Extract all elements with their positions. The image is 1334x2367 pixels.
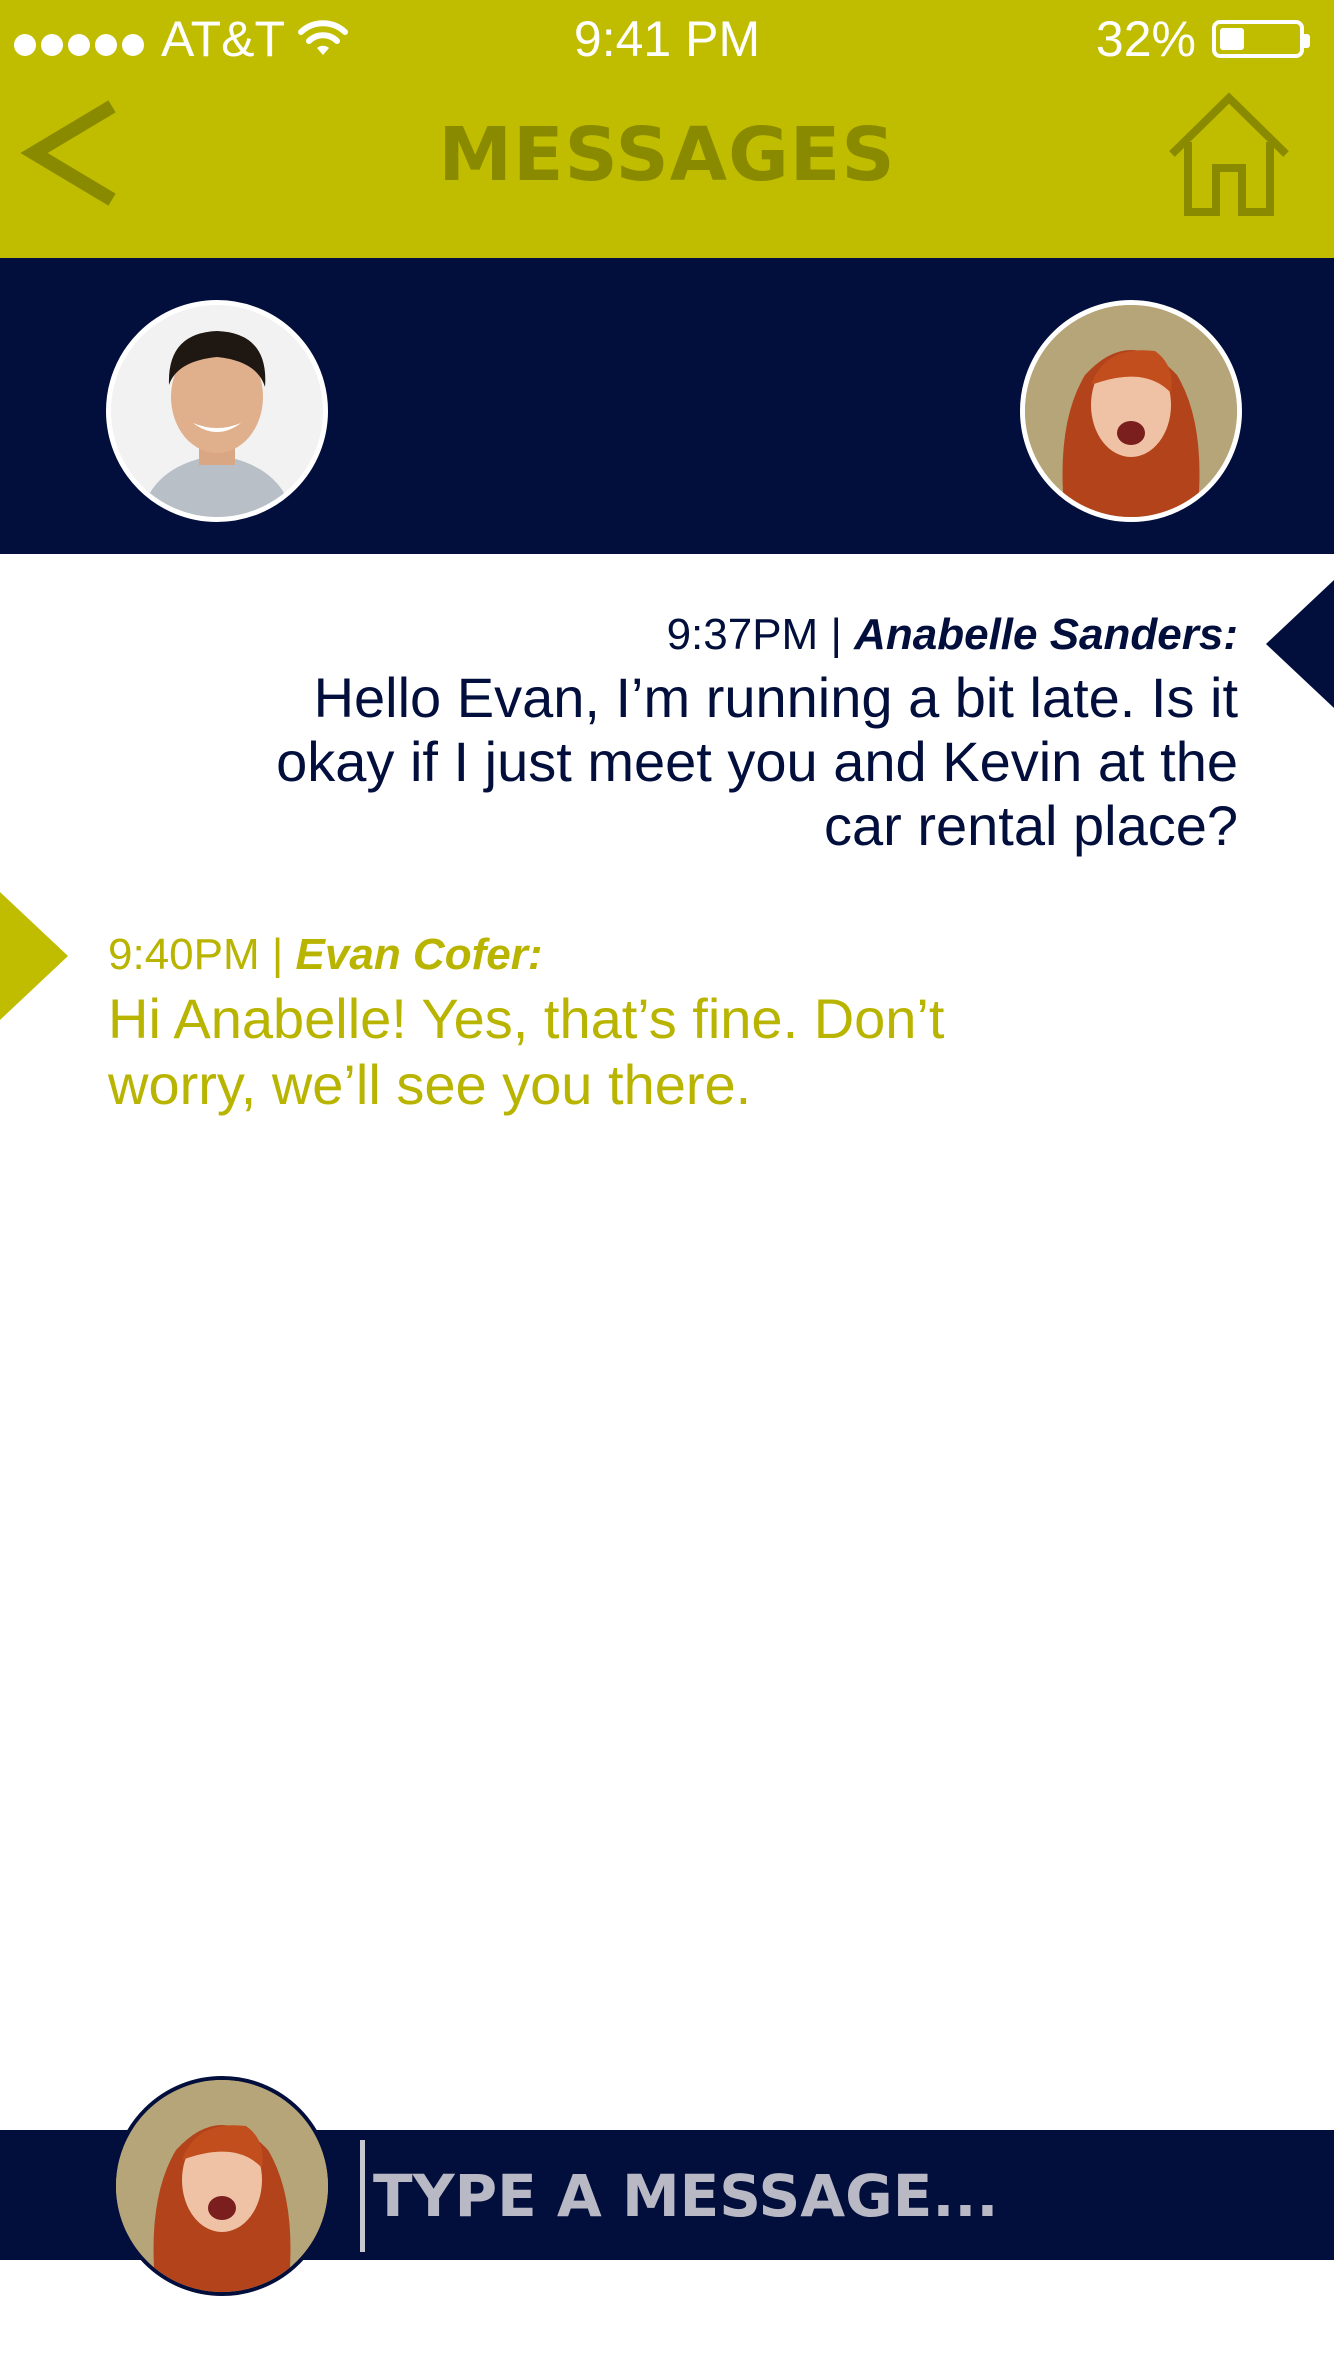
home-icon bbox=[1169, 92, 1289, 216]
message-anabelle: 9:37PM | Anabelle Sanders: Hello Evan, I… bbox=[238, 610, 1238, 858]
battery-icon bbox=[1212, 20, 1310, 58]
message-meta: 9:40PM | Evan Cofer: bbox=[108, 930, 543, 979]
person-icon bbox=[1025, 305, 1237, 517]
status-battery: 32% bbox=[1095, 10, 1310, 68]
battery-percent: 32% bbox=[1095, 11, 1196, 67]
avatar-anabelle[interactable] bbox=[1020, 300, 1242, 522]
message-time: 9:40PM bbox=[108, 930, 260, 979]
message-meta: 9:37PM | Anabelle Sanders: bbox=[666, 610, 1238, 659]
incoming-indicator-left bbox=[0, 892, 68, 1020]
message-sender: Anabelle Sanders: bbox=[854, 610, 1238, 659]
message-text: Hello Evan, I’m running a bit late. Is i… bbox=[276, 666, 1238, 857]
avatar-evan[interactable] bbox=[106, 300, 328, 522]
message-evan: 9:40PM | Evan Cofer: Hi Anabelle! Yes, t… bbox=[108, 930, 1008, 1118]
person-icon bbox=[116, 2080, 328, 2292]
message-text: Hi Anabelle! Yes, that’s fine. Don’t wor… bbox=[108, 987, 945, 1116]
home-button[interactable] bbox=[1164, 92, 1294, 222]
incoming-indicator-right bbox=[1266, 580, 1334, 708]
page-title: MESSAGES bbox=[438, 112, 896, 198]
composer-avatar bbox=[112, 2076, 332, 2296]
message-input[interactable] bbox=[360, 2140, 1275, 2252]
person-icon bbox=[111, 305, 323, 517]
message-sender: Evan Cofer: bbox=[295, 930, 543, 979]
message-time: 9:37PM bbox=[666, 610, 819, 659]
